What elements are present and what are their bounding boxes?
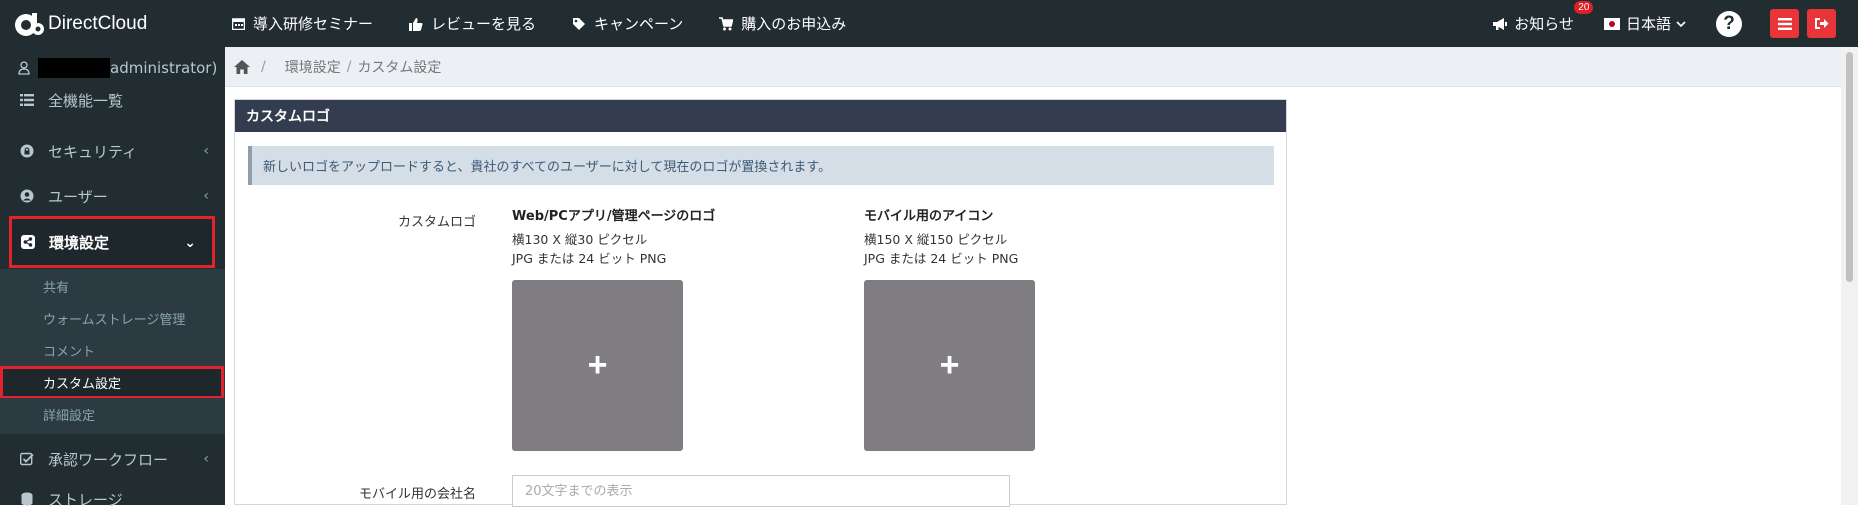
sidebar-item-label: セキュリティ: [48, 142, 138, 161]
notification-count-badge: 20: [1574, 1, 1594, 14]
japan-flag-icon: [1603, 17, 1620, 30]
submenu-item-custom-settings[interactable]: カスタム設定: [0, 366, 224, 399]
language-dropdown[interactable]: 日本語: [1603, 13, 1686, 34]
page-scrollbar[interactable]: [1841, 47, 1858, 505]
company-name-input[interactable]: [512, 475, 1010, 507]
sidebar-item-label: ストレージ: [48, 490, 123, 509]
plus-icon: +: [587, 346, 608, 384]
nav-purchase[interactable]: 購入のお申込み: [719, 13, 846, 34]
nav-review-label: レビューを見る: [431, 15, 537, 33]
sidebar: administrator) 全機能一覧 セキュリティ ‹ ユーザー ‹ 環境設…: [0, 47, 225, 509]
share-icon: [19, 235, 37, 249]
notifications-button[interactable]: お知らせ 20: [1492, 1, 1594, 34]
top-navbar: DirectCloud 導入研修セミナー レビューを見る キャンペーン 購入のお…: [0, 0, 1858, 47]
submenu-item-sharing[interactable]: 共有: [0, 270, 225, 302]
chevron-left-icon: ‹: [203, 143, 209, 159]
breadcrumb-separator: /: [261, 58, 266, 75]
mobile-icon-title: モバイル用のアイコン: [864, 209, 994, 224]
nav-campaign[interactable]: キャンペーン: [572, 13, 683, 34]
submenu-item-comments[interactable]: コメント: [0, 334, 225, 366]
cart-icon: [719, 16, 734, 30]
lock-icon: [18, 144, 36, 158]
cloud-logo-icon: [14, 10, 46, 38]
calendar-icon: [232, 18, 245, 30]
scrollbar-thumb[interactable]: [1846, 52, 1853, 282]
plus-icon: +: [939, 346, 960, 384]
sidebar-item-label: 全機能一覧: [48, 91, 124, 110]
breadcrumb-environment-settings[interactable]: 環境設定: [285, 57, 341, 77]
mobile-icon-upload-button[interactable]: +: [864, 280, 1035, 451]
company-name-label: モバイル用の会社名: [358, 487, 476, 502]
hamburger-icon: [1777, 17, 1792, 30]
info-alert: 新しいロゴをアップロードすると、貴社のすべてのユーザーに対して現在のロゴが置換さ…: [248, 146, 1274, 185]
user-circle-icon: [18, 189, 36, 203]
sidebar-item-all-features[interactable]: 全機能一覧: [0, 85, 225, 115]
breadcrumb-separator: /: [346, 58, 352, 75]
logo[interactable]: DirectCloud: [14, 10, 147, 38]
current-user: administrator): [0, 47, 225, 89]
web-logo-upload-button[interactable]: +: [512, 280, 683, 451]
chevron-down-icon: ⌄: [184, 235, 196, 251]
notifications-label: お知らせ: [1514, 15, 1574, 33]
submenu-item-advanced-settings[interactable]: 詳細設定: [0, 398, 225, 430]
web-logo-size: 横130 X 縦30 ピクセル: [512, 232, 648, 247]
sidebar-item-label: ユーザー: [48, 187, 108, 206]
chevron-left-icon: ‹: [203, 188, 209, 204]
sidebar-item-label: 環境設定: [49, 233, 110, 252]
sidebar-item-approval-workflow[interactable]: 承認ワークフロー ‹: [0, 439, 225, 479]
web-logo-title: Web/PCアプリ/管理ページのロゴ: [512, 209, 716, 224]
user-role: administrator): [110, 59, 218, 77]
sign-out-icon: [1815, 18, 1829, 29]
sidebar-item-users[interactable]: ユーザー ‹: [0, 176, 225, 216]
sidebar-item-label: 承認ワークフロー: [48, 450, 169, 469]
thumbs-up-icon: [409, 17, 423, 31]
menu-button[interactable]: [1770, 9, 1799, 38]
mobile-icon-format: JPG または 24 ビット PNG: [864, 251, 1019, 266]
tag-icon: [573, 17, 586, 30]
breadcrumb-current: カスタム設定: [357, 59, 442, 76]
list-icon: [18, 94, 36, 106]
logout-button[interactable]: [1807, 9, 1836, 38]
check-square-icon: [18, 452, 36, 466]
language-label: 日本語: [1625, 15, 1671, 33]
chevron-down-icon: [1676, 20, 1686, 27]
top-nav: 導入研修セミナー レビューを見る キャンペーン 購入のお申込み: [232, 0, 882, 47]
database-icon: [18, 492, 36, 506]
home-icon[interactable]: [234, 59, 250, 74]
top-right-controls: お知らせ 20 日本語 ?: [1492, 0, 1858, 47]
web-logo-format: JPG または 24 ビット PNG: [512, 251, 667, 266]
logo-text: DirectCloud: [48, 13, 148, 34]
panel-title: カスタムロゴ: [235, 100, 1286, 132]
help-button[interactable]: ?: [1716, 10, 1742, 37]
megaphone-icon: [1493, 17, 1508, 30]
sidebar-item-environment-settings[interactable]: 環境設定 ⌄: [9, 216, 215, 268]
user-icon: [18, 61, 30, 75]
nav-purchase-label: 購入のお申込み: [741, 15, 847, 33]
nav-seminar-label: 導入研修セミナー: [253, 15, 374, 33]
nav-seminar[interactable]: 導入研修セミナー: [232, 13, 373, 34]
breadcrumb: / 環境設定 / カスタム設定: [225, 47, 1841, 87]
custom-logo-panel: カスタムロゴ 新しいロゴをアップロードすると、貴社のすべてのユーザーに対して現在…: [234, 99, 1287, 507]
sidebar-item-security[interactable]: セキュリティ ‹: [0, 131, 225, 171]
submenu-item-warm-storage[interactable]: ウォームストレージ管理: [0, 302, 225, 334]
sidebar-item-storage[interactable]: ストレージ: [0, 479, 225, 519]
redacted-username: [38, 58, 110, 78]
mobile-icon-size: 横150 X 縦150 ピクセル: [864, 232, 1008, 247]
nav-review[interactable]: レビューを見る: [409, 13, 536, 34]
chevron-left-icon: ‹: [203, 451, 209, 467]
nav-campaign-label: キャンペーン: [594, 15, 684, 33]
custom-logo-label: カスタムロゴ: [397, 215, 476, 230]
